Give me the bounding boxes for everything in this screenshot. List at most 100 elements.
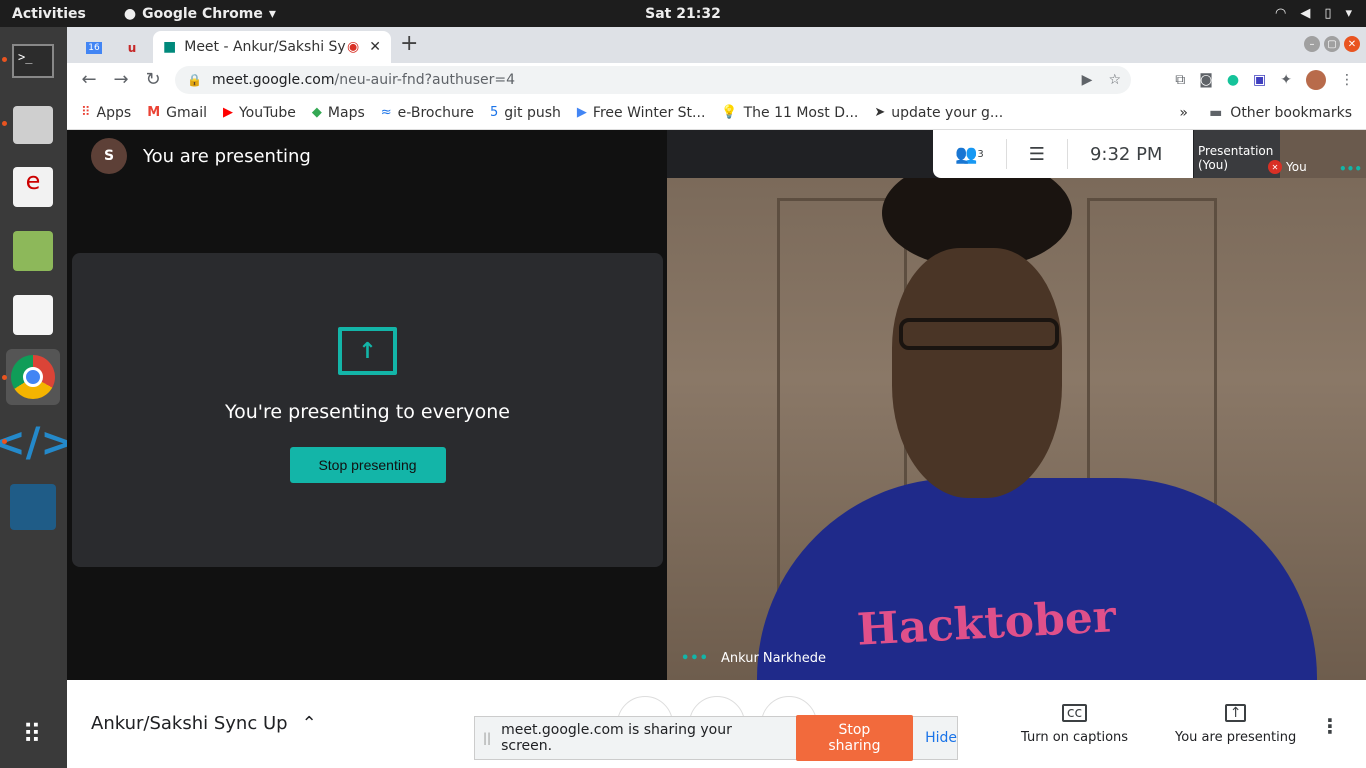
terminal-icon: >_ bbox=[12, 44, 54, 78]
vscode-icon: </> bbox=[0, 420, 74, 466]
window-controls: – ▢ ✕ bbox=[1304, 36, 1360, 52]
drag-handle-icon[interactable]: || bbox=[483, 731, 491, 745]
participant-video[interactable]: Hacktober ••• Ankur Narkhede bbox=[667, 178, 1366, 680]
minimize-button[interactable]: – bbox=[1304, 36, 1320, 52]
app-menu[interactable]: ● Google Chrome ▾ bbox=[124, 6, 276, 22]
meeting-info-bar: 👥 3 ☰ 9:32 PM bbox=[933, 130, 1193, 178]
participants-button[interactable]: 👥 3 bbox=[933, 139, 1007, 169]
extensions-area: ⧉ ◙ ● ▣ ✦ ⋮ bbox=[1175, 70, 1354, 90]
self-view-thumbnail[interactable]: ✕ You ••• bbox=[1268, 130, 1366, 178]
screenshot-extension-icon[interactable]: ◙ bbox=[1199, 72, 1213, 88]
calendar-icon: 16 bbox=[86, 42, 102, 54]
meeting-title: Ankur/Sakshi Sync Up bbox=[91, 713, 288, 734]
bookmark-label: e-Brochure bbox=[397, 104, 474, 121]
new-tab-button[interactable]: + bbox=[400, 31, 418, 56]
hide-button[interactable]: Hide bbox=[925, 730, 957, 746]
maximize-button[interactable]: ▢ bbox=[1324, 36, 1340, 52]
file-cabinet-icon bbox=[13, 106, 53, 144]
chrome-icon: ● bbox=[123, 5, 137, 22]
dock-image-viewer[interactable] bbox=[6, 223, 60, 279]
dock-chrome[interactable] bbox=[6, 349, 60, 405]
tab-pinned-2[interactable]: u bbox=[117, 33, 147, 63]
presenting-header-text: You are presenting bbox=[143, 145, 311, 167]
presenting-pane: S You are presenting ↑ You're presenting… bbox=[67, 130, 667, 680]
more-options-icon[interactable]: ⋮ bbox=[1320, 714, 1340, 738]
bookmark-maps[interactable]: ◆ Maps bbox=[312, 105, 365, 121]
participant-head bbox=[892, 248, 1062, 498]
audio-indicator-icon: ••• bbox=[681, 651, 709, 666]
bookmarks-bar: ⠿ Apps M Gmail ▶ YouTube ◆ Maps ≈ e-Brochure … bbox=[67, 96, 1366, 130]
other-bookmarks[interactable]: ▬ Other bookmarks bbox=[1209, 105, 1352, 121]
app-menu-label: Google Chrome bbox=[142, 5, 263, 22]
bookmark-label: The 11 Most D... bbox=[743, 104, 859, 121]
browser-window: 16 u ■ Meet - Ankur/Sakshi Sy ◉ ✕ + – ▢ … bbox=[67, 27, 1366, 768]
system-tray[interactable]: ◠ ◀ ▯ ▾ bbox=[1275, 6, 1352, 21]
grammarly-icon[interactable]: ● bbox=[1227, 72, 1239, 88]
wifi-icon: ◠ bbox=[1274, 6, 1287, 21]
bookmark-ebrochure[interactable]: ≈ e-Brochure bbox=[381, 105, 474, 121]
lock-icon[interactable]: 🔒 bbox=[187, 73, 202, 87]
meeting-details-toggle[interactable]: Ankur/Sakshi Sync Up ⌃ bbox=[91, 713, 317, 734]
meet-icon: ■ bbox=[163, 39, 177, 55]
address-bar[interactable]: 🔒 meet.google.com/neu-auir-fnd?authuser=… bbox=[175, 66, 1131, 94]
self-thumbnails: Presentation (You) ✕ You ••• bbox=[1194, 130, 1366, 178]
chat-button[interactable]: ☰ bbox=[1007, 139, 1068, 169]
tab-title: Meet - Ankur/Sakshi Sy bbox=[184, 39, 346, 55]
presentation-thumbnail[interactable]: Presentation (You) bbox=[1194, 130, 1280, 178]
code-extension-icon[interactable]: ⧉ bbox=[1175, 72, 1185, 88]
close-window-button[interactable]: ✕ bbox=[1344, 36, 1360, 52]
stop-sharing-button[interactable]: Stop sharing bbox=[795, 715, 914, 761]
close-icon[interactable]: ✕ bbox=[369, 39, 381, 55]
bookmark-11-most[interactable]: 💡 The 11 Most D... bbox=[721, 105, 858, 121]
bookmark-label: git push bbox=[504, 104, 561, 121]
bookmark-free-winter[interactable]: ▶ Free Winter St... bbox=[577, 105, 706, 121]
bookmark-label: YouTube bbox=[238, 104, 296, 121]
tab-meet[interactable]: ■ Meet - Ankur/Sakshi Sy ◉ ✕ bbox=[153, 31, 391, 63]
bookmark-star-icon[interactable]: ☆ bbox=[1108, 72, 1121, 88]
participant-name: Ankur Narkhede bbox=[720, 651, 826, 666]
back-button[interactable]: ← bbox=[73, 69, 105, 90]
dock-files[interactable] bbox=[6, 97, 60, 153]
screen-extension-icon[interactable]: ▣ bbox=[1253, 72, 1266, 88]
stop-presenting-button[interactable]: Stop presenting bbox=[289, 447, 446, 483]
bookmark-apps[interactable]: ⠿ Apps bbox=[81, 105, 131, 121]
reload-button[interactable]: ↻ bbox=[137, 69, 169, 90]
thumbnail-label: Presentation (You) bbox=[1198, 144, 1274, 172]
red-logo-icon: u bbox=[127, 41, 137, 55]
people-icon: 👥 bbox=[955, 143, 978, 165]
bookmark-git-push[interactable]: 5 git push bbox=[490, 105, 561, 121]
bookmark-label: update your g... bbox=[891, 104, 1004, 121]
forward-button[interactable]: → bbox=[105, 69, 137, 90]
dock-document-viewer[interactable]: e bbox=[6, 159, 60, 215]
profile-avatar[interactable] bbox=[1306, 70, 1326, 90]
camera-icon[interactable]: ▶ bbox=[1082, 72, 1093, 88]
chrome-menu-icon[interactable]: ⋮ bbox=[1340, 72, 1354, 88]
bookmark-update[interactable]: ➤ update your g... bbox=[874, 105, 1003, 121]
dock-mysql-workbench[interactable] bbox=[6, 479, 60, 535]
present-label: You are presenting bbox=[1175, 730, 1297, 745]
play-icon: ▶ bbox=[576, 105, 587, 120]
chevron-down-icon: ▾ bbox=[1345, 6, 1352, 21]
chevron-up-icon: ⌃ bbox=[301, 713, 317, 734]
activities-button[interactable]: Activities bbox=[12, 6, 86, 22]
arrow-icon: ➤ bbox=[874, 105, 886, 120]
present-now-button[interactable]: ↑ You are presenting bbox=[1175, 704, 1296, 745]
document-viewer-icon: e bbox=[13, 167, 53, 207]
more-options-icon[interactable]: ••• bbox=[1339, 162, 1362, 176]
captions-label: Turn on captions bbox=[1021, 730, 1129, 745]
dock-text-editor[interactable] bbox=[6, 287, 60, 343]
tab-calendar[interactable]: 16 bbox=[79, 33, 109, 63]
bookmarks-overflow-button[interactable]: » bbox=[1179, 105, 1188, 121]
dock-terminal[interactable]: >_ bbox=[6, 33, 60, 89]
show-applications[interactable]: ⠿ bbox=[6, 707, 60, 763]
dock-vscode[interactable]: </> bbox=[0, 415, 74, 471]
presenting-message: You're presenting to everyone bbox=[225, 401, 510, 423]
folder-icon: ▬ bbox=[1209, 104, 1223, 121]
captions-button[interactable]: cc Turn on captions bbox=[1021, 704, 1128, 745]
extensions-puzzle-icon[interactable]: ✦ bbox=[1280, 72, 1292, 88]
avatar: S bbox=[91, 138, 127, 174]
bookmark-youtube[interactable]: ▶ YouTube bbox=[223, 105, 296, 121]
url-host: meet.google.com bbox=[211, 72, 335, 88]
bookmark-gmail[interactable]: M Gmail bbox=[147, 105, 207, 121]
thumbnail-label: You bbox=[1286, 160, 1307, 174]
